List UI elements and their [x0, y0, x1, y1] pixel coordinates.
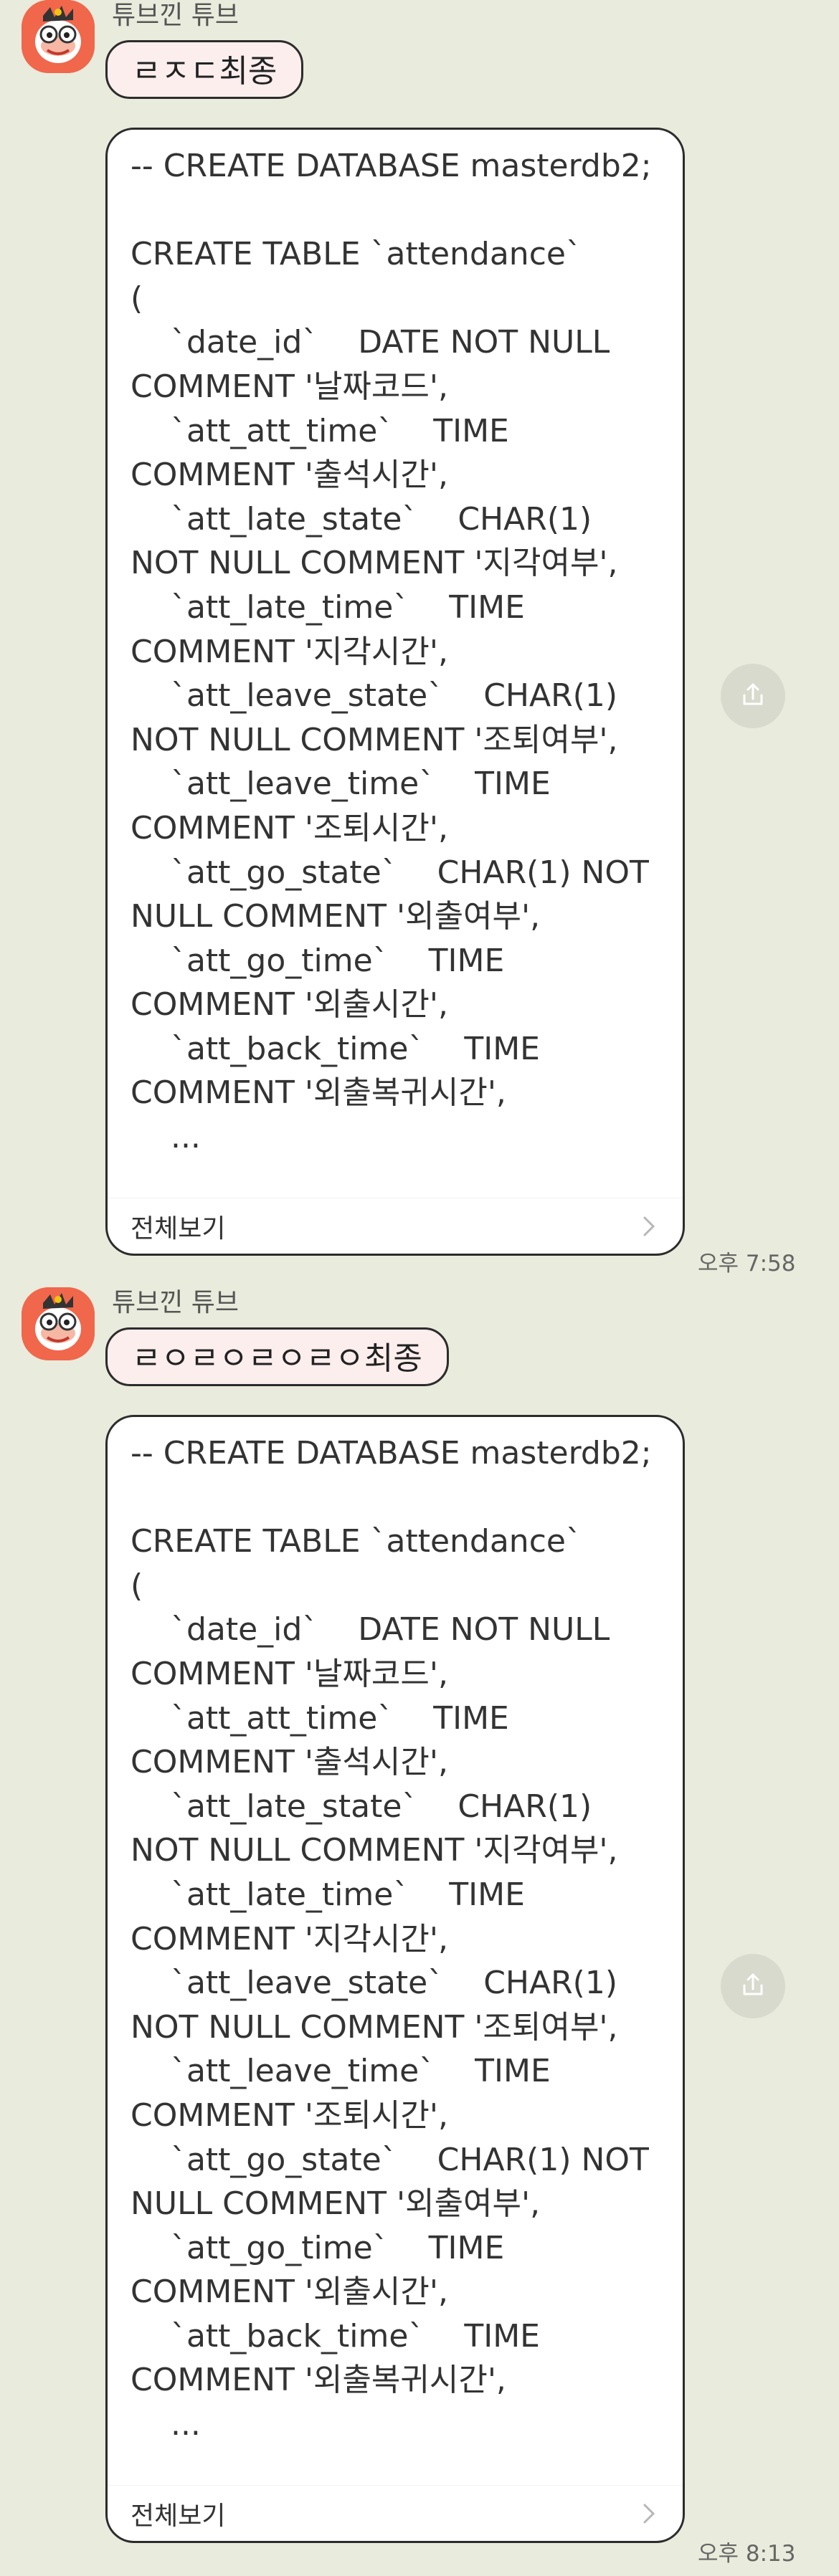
message-group: 튜브낀 튜브 ㄹㅇㄹㅇㄹㅇㄹㅇ최종 -- CREATE DATABASE mas… — [0, 1287, 839, 2576]
view-more-label: 전체보기 — [131, 2501, 226, 2531]
sender-name: 튜브낀 튜브 — [112, 1, 240, 30]
message-bubble-long[interactable]: -- CREATE DATABASE masterdb2; CREATE TAB… — [105, 1415, 685, 2543]
view-more-label: 전체보기 — [131, 1213, 226, 1244]
chevron-right-icon — [638, 2503, 660, 2524]
share-icon — [739, 1970, 767, 2002]
tube-character-icon — [22, 0, 95, 73]
message-time: 오후 8:13 — [698, 2541, 796, 2567]
message-bubble-short[interactable]: ㄹㅇㄹㅇㄹㅇㄹㅇ최종 — [105, 1327, 449, 1386]
chevron-right-icon — [638, 1216, 660, 1237]
message-group: 튜브낀 튜브 ㄹㅈㄷ최종 -- CREATE DATABASE masterdb… — [0, 0, 839, 1283]
message-bubble-long[interactable]: -- CREATE DATABASE masterdb2; CREATE TAB… — [105, 128, 685, 1256]
message-code-text: -- CREATE DATABASE masterdb2; CREATE TAB… — [131, 148, 652, 1156]
view-more-button[interactable]: 전체보기 — [108, 1198, 683, 1254]
share-button[interactable] — [721, 664, 785, 728]
share-button[interactable] — [721, 1954, 785, 2018]
message-bubble-short[interactable]: ㄹㅈㄷ최종 — [105, 40, 304, 99]
view-more-button[interactable]: 전체보기 — [108, 2485, 683, 2541]
sender-avatar[interactable] — [22, 0, 95, 73]
message-time: 오후 7:58 — [698, 1251, 796, 1277]
sender-avatar[interactable] — [22, 1287, 95, 1360]
share-icon — [739, 680, 767, 712]
sender-name: 튜브낀 튜브 — [112, 1288, 240, 1317]
message-code-text: -- CREATE DATABASE masterdb2; CREATE TAB… — [131, 1435, 652, 2443]
tube-character-icon — [22, 1287, 95, 1360]
